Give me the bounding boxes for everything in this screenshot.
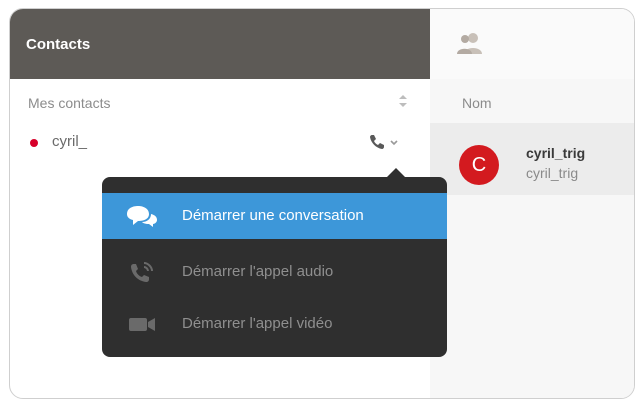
contacts-title: Contacts <box>26 36 91 53</box>
call-options-menu: Démarrer une conversation Démarrer l'app… <box>102 168 447 357</box>
group-label: Mes contacts <box>28 95 111 111</box>
column-header-name[interactable]: Nom <box>462 95 492 111</box>
users-icon <box>457 33 482 54</box>
contacts-window: Contacts Mes contacts cyril_ Nom C cyril… <box>9 8 635 399</box>
contacts-header: Contacts <box>10 9 430 79</box>
menu-item-start-audio-call[interactable]: Démarrer l'appel audio <box>102 249 447 295</box>
result-name: cyril_trig <box>526 145 586 161</box>
menu-item-label: Démarrer une conversation <box>182 207 364 224</box>
sort-icon[interactable] <box>398 94 408 108</box>
menu-item-label: Démarrer l'appel vidéo <box>182 315 333 332</box>
result-subtitle: cyril_trig <box>526 165 579 181</box>
group-header-mes-contacts[interactable]: Mes contacts <box>10 79 430 119</box>
details-header <box>430 9 634 79</box>
contact-row[interactable]: cyril_ <box>10 123 430 163</box>
video-camera-icon <box>129 318 155 331</box>
chat-bubbles-icon <box>127 206 157 227</box>
call-dropdown-button[interactable] <box>366 130 402 154</box>
contact-name: cyril_ <box>52 133 88 150</box>
details-panel: Nom C cyril_trig cyril_trig <box>430 9 634 398</box>
menu-item-label: Démarrer l'appel audio <box>182 263 334 280</box>
avatar: C <box>459 145 499 185</box>
menu-item-start-video-call[interactable]: Démarrer l'appel vidéo <box>102 301 447 347</box>
contact-result-row[interactable]: C cyril_trig cyril_trig <box>430 123 634 195</box>
menu-item-start-conversation[interactable]: Démarrer une conversation <box>102 193 447 239</box>
phone-icon <box>370 135 384 149</box>
presence-status-dot <box>30 139 38 147</box>
menu-pointer <box>386 168 406 178</box>
phone-icon <box>131 262 153 282</box>
chevron-down-icon <box>390 140 398 146</box>
